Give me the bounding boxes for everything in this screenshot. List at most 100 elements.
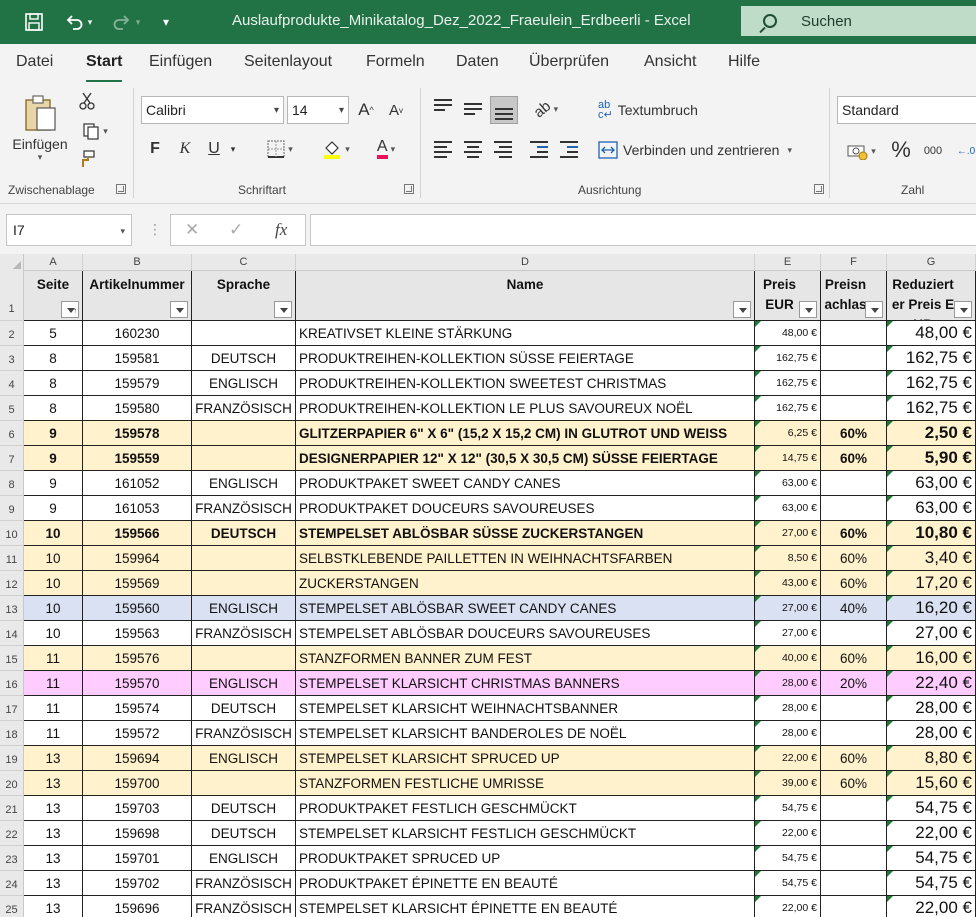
cell-reduziert[interactable]: 5,90 € <box>887 446 976 471</box>
cell-preis[interactable]: 162,75 € <box>755 346 821 371</box>
cell-artikel[interactable]: 159574 <box>83 696 192 721</box>
bold-button[interactable]: F <box>144 136 166 162</box>
column-title-preis[interactable]: Preis EUR <box>755 271 821 321</box>
cell-sprache[interactable]: ENGLISCH <box>192 846 296 871</box>
cell-nachlass[interactable] <box>821 871 887 896</box>
font-name-dropdown[interactable]: Calibri ▾ <box>141 96 284 124</box>
cell-nachlass[interactable] <box>821 846 887 871</box>
thousands-separator-button[interactable]: 000 <box>918 138 948 164</box>
row-header[interactable]: 23 <box>0 846 24 871</box>
cell-name[interactable]: GLITZERPAPIER 6" X 6" (15,2 X 15,2 CM) I… <box>296 421 755 446</box>
cell-name[interactable]: KREATIVSET KLEINE STÄRKUNG <box>296 321 755 346</box>
column-header-e[interactable]: E <box>755 254 821 271</box>
cell-reduziert[interactable]: 162,75 € <box>887 346 976 371</box>
cell-preis[interactable]: 63,00 € <box>755 496 821 521</box>
undo-icon[interactable]: ▾ <box>58 0 98 44</box>
cell-preis[interactable]: 27,00 € <box>755 621 821 646</box>
cell-preis[interactable]: 39,00 € <box>755 771 821 796</box>
cell-seite[interactable]: 10 <box>24 571 83 596</box>
cell-reduziert[interactable]: 22,40 € <box>887 671 976 696</box>
cell-nachlass[interactable] <box>821 796 887 821</box>
cell-nachlass[interactable] <box>821 371 887 396</box>
cell-seite[interactable]: 9 <box>24 446 83 471</box>
cell-sprache[interactable]: DEUTSCH <box>192 346 296 371</box>
cell-preis[interactable]: 28,00 € <box>755 721 821 746</box>
cell-artikel[interactable]: 159696 <box>83 896 192 917</box>
cell-preis[interactable]: 54,75 € <box>755 796 821 821</box>
cell-seite[interactable]: 11 <box>24 646 83 671</box>
cell-artikel[interactable]: 160230 <box>83 321 192 346</box>
column-title-reduziert[interactable]: Reduzierter Preis EUR <box>887 271 976 321</box>
insert-function-button[interactable]: fx <box>275 220 287 240</box>
cell-preis[interactable]: 28,00 € <box>755 671 821 696</box>
row-header[interactable]: 1 <box>0 271 24 321</box>
select-all-button[interactable] <box>0 254 24 271</box>
cell-name[interactable]: ZUCKERSTANGEN <box>296 571 755 596</box>
tab-formeln[interactable]: Formeln <box>366 53 425 71</box>
cell-name[interactable]: PRODUKTPAKET ÉPINETTE EN BEAUTÉ <box>296 871 755 896</box>
cell-nachlass[interactable]: 60% <box>821 546 887 571</box>
cell-nachlass[interactable] <box>821 396 887 421</box>
cell-reduziert[interactable]: 54,75 € <box>887 796 976 821</box>
cell-artikel[interactable]: 159702 <box>83 871 192 896</box>
cell-artikel[interactable]: 159572 <box>83 721 192 746</box>
row-header[interactable]: 18 <box>0 721 24 746</box>
cell-seite[interactable]: 11 <box>24 721 83 746</box>
format-painter-icon[interactable] <box>76 148 98 170</box>
increase-indent-icon[interactable] <box>560 138 578 161</box>
column-title-seite[interactable]: Seite <box>24 271 83 321</box>
cell-reduziert[interactable]: 28,00 € <box>887 721 976 746</box>
cell-preis[interactable]: 63,00 € <box>755 471 821 496</box>
orientation-button[interactable]: ab ▾ <box>528 96 564 122</box>
cell-name[interactable]: PRODUKTREIHEN-KOLLEKTION LE PLUS SAVOURE… <box>296 396 755 421</box>
cell-seite[interactable]: 8 <box>24 371 83 396</box>
cell-preis[interactable]: 22,00 € <box>755 896 821 917</box>
italic-button[interactable]: K <box>174 136 196 162</box>
column-header-g[interactable]: G <box>887 254 976 271</box>
cell-preis[interactable]: 162,75 € <box>755 371 821 396</box>
underline-dropdown-icon[interactable]: ▾ <box>226 136 240 162</box>
cell-artikel[interactable]: 159694 <box>83 746 192 771</box>
confirm-entry-icon[interactable]: ✓ <box>229 220 243 240</box>
cell-name[interactable]: STEMPELSET KLARSICHT ÉPINETTE EN BEAUTÉ <box>296 896 755 917</box>
cell-reduziert[interactable]: 27,00 € <box>887 621 976 646</box>
accounting-format-button[interactable]: ▾ <box>840 138 882 164</box>
row-header[interactable]: 14 <box>0 621 24 646</box>
name-box-dropdown-icon[interactable]: ▾ <box>120 226 125 237</box>
search-box[interactable]: Suchen <box>741 6 976 36</box>
number-format-dropdown[interactable]: Standard <box>837 96 976 124</box>
cell-sprache[interactable] <box>192 546 296 571</box>
cell-seite[interactable]: 13 <box>24 746 83 771</box>
cell-seite[interactable]: 8 <box>24 396 83 421</box>
row-header[interactable]: 24 <box>0 871 24 896</box>
row-header[interactable]: 22 <box>0 821 24 846</box>
cell-sprache[interactable] <box>192 446 296 471</box>
cell-nachlass[interactable]: 40% <box>821 596 887 621</box>
cell-artikel[interactable]: 159698 <box>83 821 192 846</box>
column-title-name[interactable]: Name <box>296 271 755 321</box>
cell-artikel[interactable]: 159579 <box>83 371 192 396</box>
cell-nachlass[interactable] <box>821 321 887 346</box>
cell-sprache[interactable]: FRANZÖSISCH <box>192 871 296 896</box>
cell-name[interactable]: STEMPELSET KLARSICHT CHRISTMAS BANNERS <box>296 671 755 696</box>
cell-reduziert[interactable]: 16,20 € <box>887 596 976 621</box>
row-header[interactable]: 5 <box>0 396 24 421</box>
tab-hilfe[interactable]: Hilfe <box>728 53 760 71</box>
alignment-launcher-icon[interactable] <box>814 184 824 194</box>
cell-sprache[interactable]: DEUTSCH <box>192 796 296 821</box>
cell-preis[interactable]: 162,75 € <box>755 396 821 421</box>
filter-dropdown-icon[interactable] <box>799 301 817 318</box>
tab-datei[interactable]: Datei <box>16 53 53 71</box>
cell-nachlass[interactable] <box>821 721 887 746</box>
borders-button[interactable]: ▾ <box>258 136 302 162</box>
cell-preis[interactable]: 54,75 € <box>755 846 821 871</box>
row-header[interactable]: 6 <box>0 421 24 446</box>
cell-name[interactable]: PRODUKTPAKET DOUCEURS SAVOUREUSES <box>296 496 755 521</box>
cell-reduziert[interactable]: 28,00 € <box>887 696 976 721</box>
customize-toolbar-icon[interactable]: ▾ <box>152 0 180 44</box>
cell-seite[interactable]: 11 <box>24 696 83 721</box>
increase-decimal-icon[interactable]: ←.0 <box>954 138 976 164</box>
row-header[interactable]: 2 <box>0 321 24 346</box>
cell-seite[interactable]: 5 <box>24 321 83 346</box>
cell-nachlass[interactable]: 20% <box>821 671 887 696</box>
